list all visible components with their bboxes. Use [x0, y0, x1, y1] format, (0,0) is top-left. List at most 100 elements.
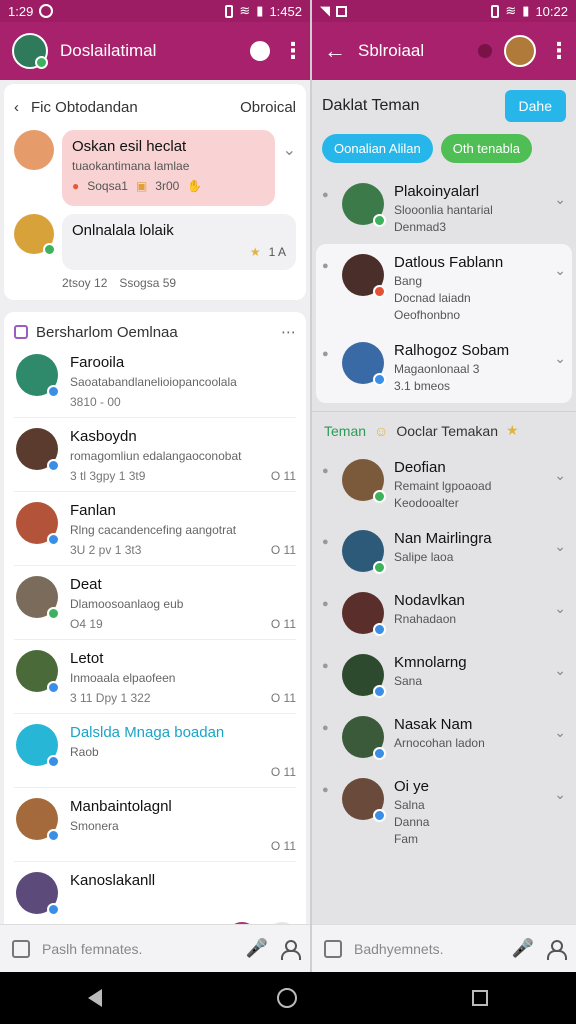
message-bubble[interactable]: Oskan esil heclat tuaokantimana lamlae ●…	[62, 130, 275, 206]
nav-back-icon[interactable]	[87, 989, 102, 1007]
friend-sub: Magaonlonaal 3	[394, 362, 480, 376]
online-badge	[47, 385, 60, 398]
friend-row[interactable]: ● Oi ye Salna Danna Fam ⌄	[316, 768, 572, 856]
contact-time: O 11	[270, 543, 296, 557]
person-icon[interactable]	[546, 939, 567, 960]
contact-date: 3810 - 00	[70, 395, 121, 409]
chevron-down-icon[interactable]: ⌄	[554, 459, 566, 484]
chevron-down-icon[interactable]: ⌄	[554, 530, 566, 555]
sender-name: Oskan esil heclat	[72, 138, 187, 155]
friend-sub: Bang	[394, 274, 423, 288]
chevron-down-icon[interactable]: ⌄	[554, 778, 566, 803]
person-icon[interactable]	[280, 939, 301, 960]
search-input[interactable]: Paslh femnates.	[42, 941, 234, 957]
contact-row[interactable]: Kasboydn romagomliun edalangaoconobat 3 tl…	[14, 418, 296, 492]
back-icon[interactable]: ‹	[14, 99, 19, 116]
status-time: 10:22	[535, 3, 568, 19]
recent-item[interactable]: Onlnalala lolaik ★ 1 A	[14, 214, 296, 270]
friend-row[interactable]: ● Ralhogoz Sobam Magaonlonaal 3 3.1 bmeos ⌄	[316, 332, 572, 403]
mic-icon[interactable]: 🎤	[512, 938, 534, 959]
search-input[interactable]: Badhyemnets.	[354, 941, 500, 957]
star-icon: ★	[506, 422, 519, 438]
friend-body: Nan Mairlingra Salipe laoa	[394, 530, 544, 564]
contact-meta-row: O 11	[70, 765, 296, 779]
chevron-down-icon[interactable]: ⌄	[554, 254, 566, 279]
friend-avatar	[342, 716, 386, 760]
lead-dot-icon: ●	[322, 260, 329, 272]
contact-row[interactable]: Manbaintolagnl Smonera O 11	[14, 788, 296, 862]
friend-row[interactable]: ● Plakoinyalarl Slooonlia hantarial Denmad3…	[316, 173, 572, 244]
friend-name: Oi ye	[394, 778, 430, 795]
friend-row[interactable]: ● Nan Mairlingra Salipe laoa ⌄	[316, 520, 572, 582]
chip-filter-1[interactable]: Oonalian Alilan	[322, 134, 433, 163]
contact-row[interactable]: Dalslda Mnaga boadan Raob O 11	[14, 714, 296, 788]
friend-sub: Oeofhonbno	[394, 308, 461, 322]
nav-recent-icon[interactable]	[472, 990, 489, 1006]
friend-avatar	[342, 778, 386, 822]
chevron-down-icon[interactable]: ⌄	[554, 592, 566, 617]
online-badge	[373, 285, 386, 298]
status-time-right: 1:452	[269, 3, 302, 19]
friend-avatar	[342, 459, 386, 503]
friend-sub: Arnocohan ladon	[394, 736, 485, 750]
friend-row[interactable]: ● Nodavlkan Rnahadaon ⌄	[316, 582, 572, 644]
profile-avatar[interactable]	[12, 33, 48, 69]
friend-list-top: ● Plakoinyalarl Slooonlia hantarial Denmad3…	[312, 173, 576, 244]
contact-meta-row: 3 11 Dpy 1 322 O 11	[70, 691, 296, 705]
friend-row[interactable]: ● Nasak Nam Arnocohan ladon ⌄	[316, 706, 572, 768]
recent-title[interactable]: Fic Obtodandan	[31, 99, 138, 116]
contact-avatar	[16, 872, 60, 916]
more-options-icon[interactable]: ⋮	[548, 38, 570, 64]
message-bubble[interactable]: Onlnalala lolaik ★ 1 A	[62, 214, 296, 270]
recent-item[interactable]: Oskan esil heclat tuaokantimana lamlae ●…	[14, 130, 296, 206]
friend-name: Nodavlkan	[394, 592, 465, 609]
friend-row[interactable]: ● Deofian Remaint lgpoaoad Keodooalter ⌄	[316, 449, 572, 520]
done-button[interactable]: Dahe	[504, 90, 566, 122]
friend-row[interactable]: ● Kmnolarng Sana ⌄	[316, 644, 572, 706]
nav-home-icon[interactable]	[276, 988, 297, 1008]
friend-row[interactable]: ● Datlous Fablann Bang Docnad laiadn Oeofhon…	[316, 244, 572, 332]
more-icon[interactable]: ⋯	[281, 323, 296, 341]
chevron-down-icon[interactable]: ⌄	[554, 183, 566, 208]
recent-right-label[interactable]: Obroical	[240, 99, 296, 116]
friends-title: Daklat Teman	[322, 97, 420, 114]
back-arrow-icon[interactable]: ←	[324, 38, 346, 64]
chevron-down-icon[interactable]: ⌄	[554, 342, 566, 367]
friend-sub: Salipe laoa	[394, 550, 454, 564]
contact-row[interactable]: Farooila Saoatabandlanelioiopancoolala 381…	[14, 344, 296, 418]
profile-avatar[interactable]	[504, 35, 536, 67]
chip-filter-2[interactable]: Oth tenabla	[440, 134, 532, 163]
friend-sub: Docnad laiadn	[394, 291, 471, 305]
online-badge	[373, 214, 386, 227]
mic-icon[interactable]: 🎤	[246, 938, 268, 959]
avatar	[14, 214, 56, 256]
contact-list: Farooila Saoatabandlanelioiopancoolala 381…	[14, 344, 296, 936]
message-preview: tuaokantimana lamlae	[72, 159, 190, 173]
section-label[interactable]: Teman	[324, 423, 366, 439]
battery-icon	[225, 4, 234, 18]
contact-row[interactable]: Letot Inmoaala elpaofeen 3 11 Dpy 1 322 O 1…	[14, 640, 296, 714]
online-badge	[373, 747, 386, 760]
contact-body: Dalslda Mnaga boadan Raob O 11	[70, 724, 296, 779]
friend-sub: Denmad3	[394, 220, 447, 234]
friend-avatar	[342, 254, 386, 298]
attach-icon[interactable]	[12, 939, 30, 958]
contact-row[interactable]: Deat Dlamoosoanlaog eub O4 19 O 11	[14, 566, 296, 640]
attach-icon[interactable]	[324, 939, 342, 958]
friend-name: Plakoinyalarl	[394, 183, 480, 200]
contact-row[interactable]: Fanlan Rlng cacandencefing aangotrat 3U 2 …	[14, 492, 296, 566]
contact-date: 3U 2 pv 1 3t3	[70, 543, 142, 557]
smile-icon: ☺	[374, 422, 389, 439]
contact-meta-row: 3 tl 3gpy 1 3t9 O 11	[70, 469, 296, 483]
status-toggle[interactable]	[250, 41, 270, 61]
chevron-down-icon[interactable]: ⌄	[554, 716, 566, 741]
online-badge	[373, 561, 386, 574]
friend-sub: Sana	[394, 674, 423, 688]
contact-time: O 11	[270, 765, 296, 779]
online-badge	[47, 607, 60, 620]
friend-body: Oi ye Salna Danna Fam	[394, 778, 544, 846]
chevron-down-icon[interactable]: ⌄	[283, 130, 296, 160]
chevron-down-icon[interactable]: ⌄	[554, 654, 566, 679]
more-options-icon[interactable]: ⋮	[282, 38, 304, 64]
app-title: Doslailatimal	[60, 41, 157, 60]
